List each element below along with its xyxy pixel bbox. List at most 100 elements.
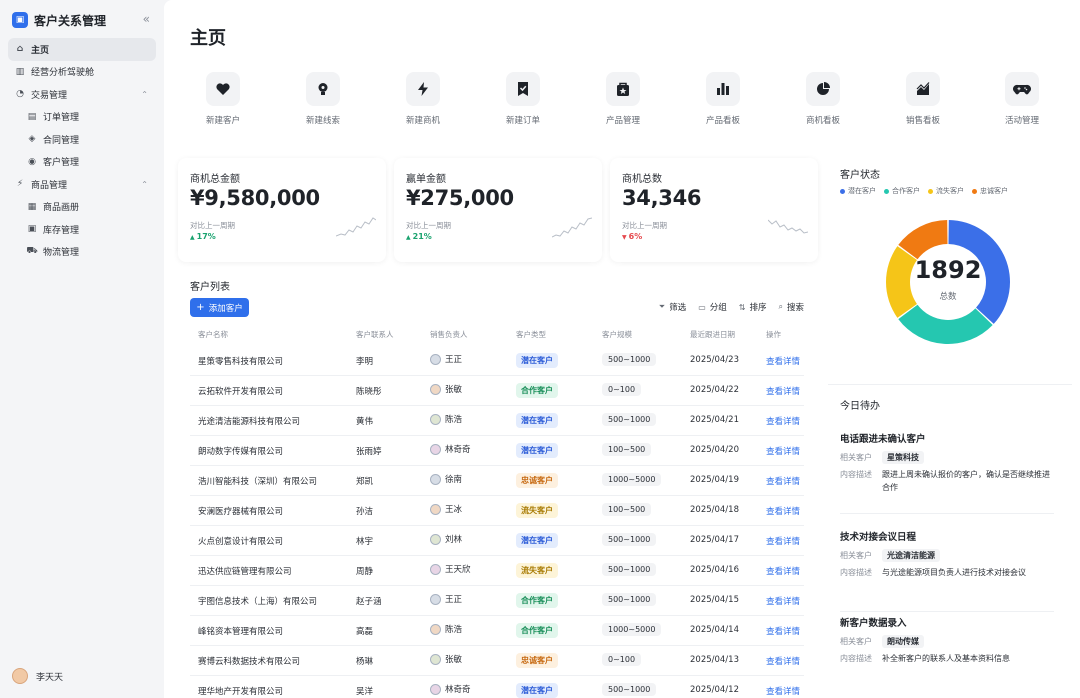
- todo-task[interactable]: 新客户数据录入 相关客户 朗动传媒 内容描述 补全新客户的联系人及基本资料信息: [840, 615, 1054, 665]
- avatar: [430, 473, 441, 485]
- view-details-link[interactable]: 查看详情: [766, 685, 800, 697]
- sidebar-item-7[interactable]: ▦ 商品画册: [8, 196, 156, 219]
- donut-slice-1[interactable]: [898, 304, 993, 344]
- table-row[interactable]: 火点创意设计有限公司 林宇 刘林 潜在客户 500~1000 2025/04/17 查看详情: [190, 526, 804, 556]
- sidebar-item-8[interactable]: ▣ 库存管理: [8, 218, 156, 241]
- user-profile[interactable]: 李天天: [12, 668, 63, 684]
- view-details-link[interactable]: 查看详情: [766, 445, 800, 457]
- view-details-link[interactable]: 查看详情: [766, 415, 800, 427]
- quick-action-5[interactable]: 产品看板: [688, 72, 758, 126]
- sidebar-item-label: 物流管理: [43, 248, 80, 259]
- quick-action-4[interactable]: 产品管理: [588, 72, 658, 126]
- view-details-link[interactable]: 查看详情: [766, 505, 800, 517]
- sidebar-item-2[interactable]: ◔ 交易管理 ⌃: [8, 83, 156, 106]
- table-row[interactable]: 迅达供应链管理有限公司 周静 王天欣 流失客户 500~1000 2025/04/16 查看…: [190, 556, 804, 586]
- view-details-link[interactable]: 查看详情: [766, 565, 800, 577]
- stat-card-1: 赢单金额 ¥275,000 对比上一周期 ▲ 21%: [394, 158, 602, 262]
- arrow-down-icon: ▼: [622, 234, 627, 241]
- customer-type-badge: 潜在客户: [516, 443, 558, 458]
- legend-item: 流失客户: [928, 186, 964, 196]
- sidebar-item-label: 库存管理: [43, 225, 80, 236]
- quick-action-3[interactable]: 新建订单: [488, 72, 558, 126]
- quick-action-7[interactable]: 销售看板: [888, 72, 958, 126]
- view-details-link[interactable]: 查看详情: [766, 355, 800, 367]
- quick-action-8[interactable]: 活动管理: [987, 72, 1057, 126]
- table-row[interactable]: 浩川智能科技（深圳）有限公司 郑凯 徐南 忠诚客户 1000~5000 2025/04/1…: [190, 466, 804, 496]
- customer-list-title: 客户列表: [190, 282, 230, 293]
- table-row[interactable]: 安澜医疗器械有限公司 孙洁 王冰 流失客户 100~500 2025/04/18 查看详情: [190, 496, 804, 526]
- view-details-link[interactable]: 查看详情: [766, 475, 800, 487]
- plus-icon: +: [196, 302, 205, 313]
- stat-delta: ▼ 6%: [622, 232, 642, 241]
- avatar: [430, 653, 441, 665]
- contact-name: 吴洋: [356, 687, 374, 697]
- quick-action-1[interactable]: 新建线索: [288, 72, 358, 126]
- view-details-link[interactable]: 查看详情: [766, 595, 800, 607]
- tool-group[interactable]: ▭ 分组: [698, 301, 727, 314]
- customer-status-card: 客户状态 潜在客户 合作客户 流失客户 忠诚客户 1892 总数: [828, 156, 1072, 372]
- table-row[interactable]: 云拓软件开发有限公司 陈晓彤 张敏 合作客户 0~100 2025/04/22 查看详情: [190, 376, 804, 406]
- table-row[interactable]: 峰铭资本管理有限公司 高磊 陈浩 合作客户 1000~5000 2025/04/14 查看详…: [190, 616, 804, 646]
- group-icon: ▭: [698, 302, 706, 312]
- task-desc-key: 内容描述: [840, 470, 872, 479]
- follow-up-date: 2025/04/22: [690, 385, 739, 395]
- customer-scale: 500~1000: [602, 563, 657, 576]
- view-details-link[interactable]: 查看详情: [766, 625, 800, 637]
- task-desc-row: 内容描述 补全新客户的联系人及基本资料信息: [840, 652, 1054, 665]
- sidebar-item-5[interactable]: ◉ 客户管理: [8, 151, 156, 174]
- stat-compare-label: 对比上一周期: [190, 221, 235, 230]
- sidebar-item-1[interactable]: ▥ 经营分析驾驶舱: [8, 61, 156, 84]
- task-title: 电话跟进未确认客户: [840, 434, 926, 445]
- sales-owner: 张敏: [430, 383, 462, 395]
- tool-sort[interactable]: ⇅ 排序: [739, 301, 767, 314]
- contract-icon: ◈: [28, 134, 36, 145]
- customer-name: 宇图信息技术（上海）有限公司: [198, 597, 318, 607]
- user-name: 李天天: [36, 672, 64, 683]
- follow-up-date: 2025/04/21: [690, 415, 739, 425]
- gamepad-icon: [1005, 72, 1039, 106]
- customer-scale: 500~1000: [602, 413, 657, 426]
- catalog-icon: ▦: [27, 201, 37, 212]
- avatar: [430, 443, 441, 455]
- tool-filter[interactable]: ⏷ 筛选: [659, 301, 686, 313]
- table-row[interactable]: 宇图信息技术（上海）有限公司 赵子涵 王正 合作客户 500~1000 2025/04/1…: [190, 586, 804, 616]
- quick-action-0[interactable]: 新建客户: [188, 72, 258, 126]
- chevron-up-icon[interactable]: ⌃: [141, 90, 148, 99]
- sidebar-item-9[interactable]: ⛟ 物流管理: [8, 241, 156, 264]
- collapse-sidebar-icon[interactable]: «: [143, 12, 150, 26]
- legend-item: 忠诚客户: [972, 186, 1008, 196]
- avatar: [430, 533, 441, 545]
- sidebar-item-3[interactable]: ▤ 订单管理: [8, 106, 156, 129]
- tool-label: 分组: [709, 303, 727, 313]
- chevron-up-icon[interactable]: ⌃: [141, 180, 148, 189]
- add-customer-button[interactable]: + 添加客户: [190, 298, 249, 317]
- task-customer-row: 相关客户 星策科技: [840, 451, 1054, 464]
- quick-action-label: 产品看板: [705, 116, 740, 126]
- sidebar-item-4[interactable]: ◈ 合同管理: [8, 128, 156, 151]
- contact-name: 赵子涵: [356, 597, 382, 607]
- quick-action-label: 新建线索: [305, 116, 340, 126]
- view-details-link[interactable]: 查看详情: [766, 385, 800, 397]
- order-icon: ▤: [27, 111, 37, 122]
- view-details-link[interactable]: 查看详情: [766, 655, 800, 667]
- avatar: [430, 563, 441, 575]
- quick-action-2[interactable]: 新建商机: [388, 72, 458, 126]
- legend-dot-icon: [972, 188, 977, 194]
- table-row[interactable]: 赛博云科数据技术有限公司 杨琳 张敏 忠诚客户 0~100 2025/04/13 查看详情: [190, 646, 804, 676]
- table-row[interactable]: 朗动数字传媒有限公司 张雨婷 林奇奇 潜在客户 100~500 2025/04/20 查看详…: [190, 436, 804, 466]
- contact-name: 孙洁: [356, 507, 374, 517]
- quick-action-6[interactable]: 商机看板: [788, 72, 858, 126]
- table-row[interactable]: 光途清洁能源科技有限公司 黄伟 陈浩 潜在客户 500~1000 2025/04/21 查看…: [190, 406, 804, 436]
- table-row[interactable]: 理华地产开发有限公司 吴洋 林奇奇 潜在客户 500~1000 2025/04/12 查看详…: [190, 676, 804, 698]
- todo-task[interactable]: 技术对接会议日程 相关客户 光途清洁能源 内容描述 与光途能源项目负责人进行技术对接会议: [840, 529, 1054, 579]
- legend-item: 合作客户: [884, 186, 920, 196]
- tool-search[interactable]: ⌕ 搜索: [779, 301, 805, 313]
- sidebar-item-6[interactable]: ⚡ 商品管理 ⌃: [8, 173, 156, 196]
- view-details-link[interactable]: 查看详情: [766, 535, 800, 547]
- customer-scale: 500~1000: [602, 683, 657, 696]
- sidebar-item-0[interactable]: ⌂ 主页: [8, 38, 156, 61]
- stat-compare-label: 对比上一周期: [622, 221, 667, 230]
- todo-task[interactable]: 电话跟进未确认客户 相关客户 星策科技 内容描述 跟进上周未确认报价的客户，确认是否继续…: [840, 431, 1054, 494]
- bar-chart-icon: [706, 72, 740, 106]
- table-row[interactable]: 星策零售科技有限公司 李明 王正 潜在客户 500~1000 2025/04/23 查看详情: [190, 346, 804, 376]
